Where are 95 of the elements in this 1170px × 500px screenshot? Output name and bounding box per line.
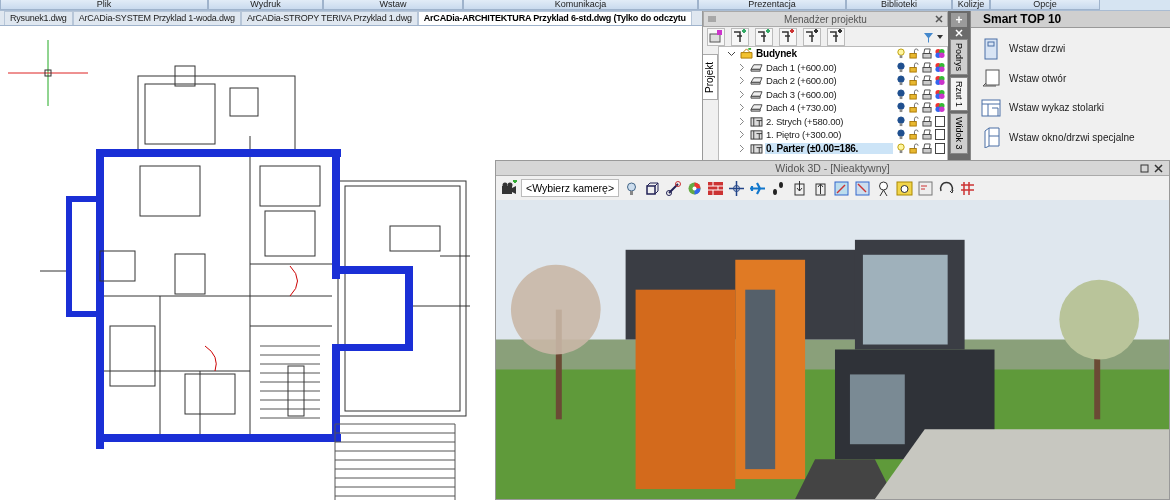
command-item[interactable]: Wstaw wykaz stolarki <box>1009 102 1104 114</box>
camera-photo-icon[interactable] <box>896 179 914 197</box>
padlock-icon[interactable] <box>909 75 919 87</box>
file-tab[interactable]: ArCADia-ARCHITEKTURA Przyklad 6-std.dwg (Tylko do odczytu <box>417 11 692 25</box>
tree-item[interactable]: 2. Strych (+580.00) <box>765 115 893 127</box>
floor-icon <box>750 129 763 141</box>
panel-title: Menadżer projektu <box>784 13 867 25</box>
light-bulb-icon[interactable] <box>896 102 906 114</box>
menu-button[interactable]: Opcje <box>990 0 1100 10</box>
menu-button[interactable]: Wstaw <box>323 0 463 10</box>
roof-icon <box>750 102 763 114</box>
padlock-icon[interactable] <box>909 48 919 60</box>
grid-icon[interactable] <box>959 179 977 197</box>
padlock-icon[interactable] <box>909 142 919 154</box>
close-icon[interactable] <box>935 15 943 23</box>
level-tool-icon[interactable] <box>755 27 773 46</box>
side-tab[interactable]: Projekt <box>703 54 718 100</box>
light-bulb-icon[interactable] <box>896 75 906 87</box>
color-swatch-icon[interactable] <box>935 115 945 127</box>
printer-icon[interactable] <box>922 115 932 127</box>
padlock-icon[interactable] <box>909 129 919 141</box>
tree-item[interactable]: Dach 3 (+600.00) <box>765 88 893 100</box>
light-bulb-icon[interactable] <box>896 142 906 154</box>
roof-icon <box>750 88 763 100</box>
roof-icon <box>750 75 763 87</box>
floor-icon <box>750 115 763 127</box>
color-swatch-icon[interactable] <box>935 75 945 87</box>
menu-button[interactable]: Biblioteki <box>846 0 952 10</box>
light-bulb-icon[interactable] <box>896 48 906 60</box>
printer-icon[interactable] <box>922 88 932 100</box>
roof-icon <box>750 61 763 73</box>
level-tool-icon[interactable] <box>827 27 845 46</box>
link-icon[interactable] <box>665 179 683 197</box>
opening-icon <box>981 67 1001 90</box>
tree-item[interactable]: Budynek <box>755 48 893 60</box>
color-swatch-icon[interactable] <box>935 142 945 154</box>
view-tab[interactable]: Podrys <box>950 39 968 75</box>
menu-button[interactable]: Wydruk <box>208 0 323 10</box>
tree-item[interactable]: 1. Piętro (+300.00) <box>765 129 893 141</box>
menu-button[interactable]: Komunikacja <box>463 0 698 10</box>
printer-icon[interactable] <box>922 48 932 60</box>
padlock-icon[interactable] <box>909 88 919 100</box>
light-bulb-icon[interactable] <box>896 129 906 141</box>
floor-icon <box>750 142 763 154</box>
light-bulb-icon[interactable] <box>896 88 906 100</box>
file-tab[interactable]: ArCADia-STROPY TERIVA Przyklad 1.dwg <box>240 11 418 25</box>
color-swatch-icon[interactable] <box>935 102 945 114</box>
file-tab[interactable]: ArCADia-SYSTEM Przyklad 1-woda.dwg <box>72 11 241 25</box>
color-swatch-icon[interactable] <box>935 129 945 141</box>
camera-dropdown[interactable]: <Wybierz kamerę> <box>521 179 620 197</box>
move-icon[interactable] <box>728 179 746 197</box>
tree-item[interactable]: 0. Parter (±0.00=186. <box>765 142 893 154</box>
cube-icon[interactable] <box>644 179 662 197</box>
padlock-icon[interactable] <box>909 102 919 114</box>
level-tool-icon[interactable] <box>779 27 797 46</box>
printer-icon[interactable] <box>922 129 932 141</box>
level-tool-icon[interactable] <box>803 27 821 46</box>
house-icon <box>740 48 753 60</box>
printer-icon[interactable] <box>922 142 932 154</box>
printer-icon[interactable] <box>922 61 932 73</box>
light-bulb-icon[interactable] <box>896 61 906 73</box>
door-icon <box>981 37 1001 60</box>
view-tab[interactable]: Rzut 1 <box>950 77 968 112</box>
printer-icon[interactable] <box>922 102 932 114</box>
menu-button[interactable]: Plik <box>0 0 208 10</box>
menu-button[interactable]: Kolizje <box>952 0 990 10</box>
table-icon <box>981 96 1001 119</box>
printer-icon[interactable] <box>922 75 932 87</box>
brick-wall-icon[interactable] <box>707 179 725 197</box>
chevron-icon[interactable] <box>727 49 736 59</box>
view-tab[interactable]: Widok 3 <box>950 113 968 154</box>
close-icon[interactable] <box>1154 163 1163 173</box>
menu-button[interactable]: Prezentacja <box>698 0 846 10</box>
color-swatch-icon[interactable] <box>935 61 945 73</box>
panel-title: Smart TOP 10 <box>971 11 1170 28</box>
color-swatch-icon[interactable] <box>935 88 945 100</box>
tree-item[interactable]: Dach 4 (+730.00) <box>765 102 893 114</box>
light-bulb-icon[interactable] <box>896 115 906 127</box>
command-item[interactable]: Wstaw okno/drzwi specjalne <box>1009 131 1135 143</box>
crosshair-cursor-icon <box>8 40 88 106</box>
grip-icon[interactable] <box>708 15 716 23</box>
command-item[interactable]: Wstaw otwór <box>1009 72 1067 84</box>
command-item[interactable]: Wstaw drzwi <box>1009 43 1066 55</box>
padlock-icon[interactable] <box>909 115 919 127</box>
building-icon[interactable] <box>707 27 725 46</box>
padlock-icon[interactable] <box>909 61 919 73</box>
file-tab[interactable]: Rysunek1.dwg <box>4 11 73 25</box>
color-swatch-icon[interactable] <box>935 48 945 60</box>
window-title: Widok 3D - [Nieaktywny] <box>775 162 890 174</box>
window-icon <box>981 126 1001 149</box>
maximize-icon[interactable] <box>1140 163 1149 173</box>
camera-icon[interactable] <box>500 179 517 197</box>
tree-item[interactable]: Dach 2 (+600.00) <box>765 75 893 87</box>
level-tool-icon[interactable] <box>731 27 749 46</box>
tree-item[interactable]: Dach 1 (+600.00) <box>765 61 893 73</box>
